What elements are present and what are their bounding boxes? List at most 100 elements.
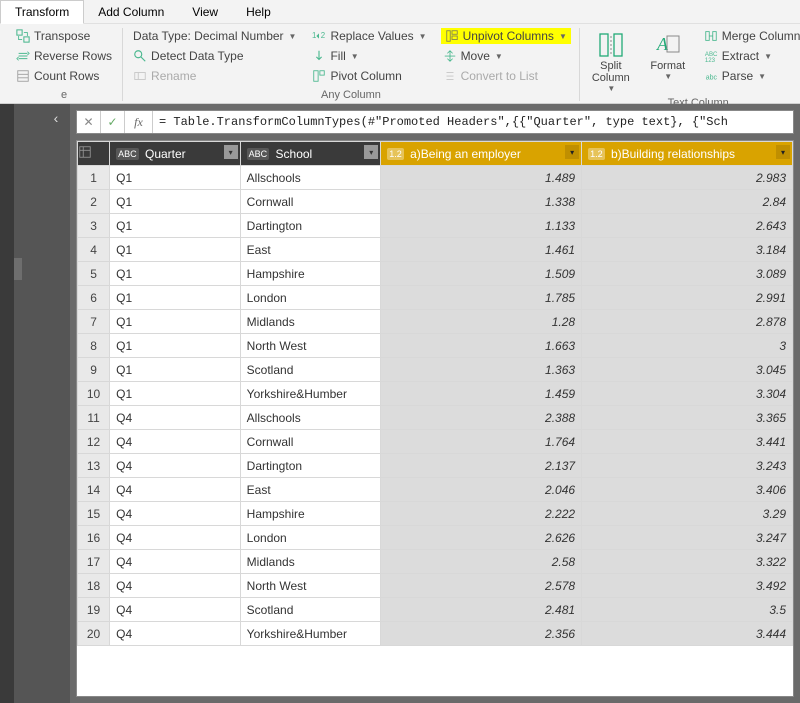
row-number-cell[interactable]: 17 <box>78 550 110 574</box>
data-cell[interactable]: 3.322 <box>582 550 793 574</box>
data-cell[interactable]: 3.29 <box>582 502 793 526</box>
rename-button[interactable]: Rename <box>131 68 298 84</box>
data-cell[interactable]: 1.28 <box>381 310 582 334</box>
row-number-cell[interactable]: 19 <box>78 598 110 622</box>
data-cell[interactable]: Q4 <box>110 478 241 502</box>
row-number-cell[interactable]: 4 <box>78 238 110 262</box>
data-cell[interactable]: 2.137 <box>381 454 582 478</box>
data-cell[interactable]: Q1 <box>110 190 241 214</box>
formula-input[interactable]: = Table.TransformColumnTypes(#"Promoted … <box>153 115 793 129</box>
table-row[interactable]: 1Q1Allschools1.4892.983 <box>78 166 793 190</box>
data-type-dropdown[interactable]: Data Type: Decimal Number ▼ <box>131 28 298 44</box>
data-cell[interactable]: East <box>240 238 381 262</box>
row-number-cell[interactable]: 7 <box>78 310 110 334</box>
row-number-cell[interactable]: 3 <box>78 214 110 238</box>
column-header-building-relationships[interactable]: 1.2 b)Building relationships ▾ <box>582 142 793 166</box>
data-cell[interactable]: Q4 <box>110 622 241 646</box>
row-number-cell[interactable]: 10 <box>78 382 110 406</box>
formula-confirm-button[interactable]: ✓ <box>101 111 125 133</box>
table-row[interactable]: 5Q1Hampshire1.5093.089 <box>78 262 793 286</box>
data-cell[interactable]: 1.461 <box>381 238 582 262</box>
row-number-cell[interactable]: 1 <box>78 166 110 190</box>
data-cell[interactable]: Q1 <box>110 166 241 190</box>
menu-help[interactable]: Help <box>232 1 285 23</box>
data-cell[interactable]: 3.406 <box>582 478 793 502</box>
data-cell[interactable]: 2.388 <box>381 406 582 430</box>
data-cell[interactable]: 1.663 <box>381 334 582 358</box>
data-cell[interactable]: 2.983 <box>582 166 793 190</box>
collapse-pane-button[interactable]: ‹ <box>48 110 64 126</box>
convert-to-list-button[interactable]: Convert to List <box>441 68 571 84</box>
data-cell[interactable]: 2.626 <box>381 526 582 550</box>
row-number-cell[interactable]: 15 <box>78 502 110 526</box>
data-cell[interactable]: Allschools <box>240 166 381 190</box>
data-cell[interactable]: North West <box>240 334 381 358</box>
menu-view[interactable]: View <box>178 1 232 23</box>
formula-cancel-button[interactable]: ✕ <box>77 111 101 133</box>
data-cell[interactable]: East <box>240 478 381 502</box>
data-cell[interactable]: London <box>240 286 381 310</box>
data-cell[interactable]: Cornwall <box>240 190 381 214</box>
table-row[interactable]: 20Q4Yorkshire&Humber2.3563.444 <box>78 622 793 646</box>
merge-columns-button[interactable]: Merge Columns <box>702 28 800 44</box>
replace-values-button[interactable]: 12 Replace Values ▼ <box>310 28 428 44</box>
parse-dropdown[interactable]: abc Parse ▼ <box>702 68 800 84</box>
data-cell[interactable]: Q4 <box>110 598 241 622</box>
filter-button[interactable]: ▾ <box>224 145 238 159</box>
data-cell[interactable]: 1.338 <box>381 190 582 214</box>
data-cell[interactable]: 2.578 <box>381 574 582 598</box>
data-cell[interactable]: Q4 <box>110 454 241 478</box>
data-cell[interactable]: Q4 <box>110 574 241 598</box>
table-row[interactable]: 12Q4Cornwall1.7643.441 <box>78 430 793 454</box>
data-cell[interactable]: 3.492 <box>582 574 793 598</box>
data-cell[interactable]: 3 <box>582 334 793 358</box>
split-column-button[interactable]: Split Column ▼ <box>588 28 634 95</box>
format-button[interactable]: A Format ▼ <box>646 28 690 95</box>
data-cell[interactable]: Yorkshire&Humber <box>240 382 381 406</box>
menu-transform[interactable]: Transform <box>0 0 84 24</box>
row-number-cell[interactable]: 14 <box>78 478 110 502</box>
column-header-school[interactable]: ABC School ▾ <box>240 142 381 166</box>
data-cell[interactable]: Midlands <box>240 310 381 334</box>
data-cell[interactable]: Midlands <box>240 550 381 574</box>
table-row[interactable]: 7Q1Midlands1.282.878 <box>78 310 793 334</box>
data-cell[interactable]: 3.247 <box>582 526 793 550</box>
data-cell[interactable]: Q4 <box>110 550 241 574</box>
row-number-cell[interactable]: 2 <box>78 190 110 214</box>
row-number-cell[interactable]: 8 <box>78 334 110 358</box>
data-cell[interactable]: 2.84 <box>582 190 793 214</box>
data-cell[interactable]: Q1 <box>110 334 241 358</box>
data-cell[interactable]: Q4 <box>110 526 241 550</box>
table-row[interactable]: 11Q4Allschools2.3883.365 <box>78 406 793 430</box>
menu-add-column[interactable]: Add Column <box>84 1 178 23</box>
table-row[interactable]: 6Q1London1.7852.991 <box>78 286 793 310</box>
data-cell[interactable]: 3.045 <box>582 358 793 382</box>
data-cell[interactable]: Hampshire <box>240 502 381 526</box>
data-cell[interactable]: 2.643 <box>582 214 793 238</box>
column-header-quarter[interactable]: ABC Quarter ▾ <box>110 142 241 166</box>
row-number-cell[interactable]: 6 <box>78 286 110 310</box>
filter-button[interactable]: ▾ <box>565 145 579 159</box>
move-dropdown[interactable]: Move ▼ <box>441 48 571 64</box>
table-row[interactable]: 18Q4North West2.5783.492 <box>78 574 793 598</box>
count-rows-button[interactable]: Count Rows <box>14 68 114 84</box>
table-row[interactable]: 4Q1East1.4613.184 <box>78 238 793 262</box>
data-cell[interactable]: 1.363 <box>381 358 582 382</box>
data-cell[interactable]: 1.785 <box>381 286 582 310</box>
data-cell[interactable]: 2.878 <box>582 310 793 334</box>
data-cell[interactable]: Q1 <box>110 382 241 406</box>
table-row[interactable]: 2Q1Cornwall1.3382.84 <box>78 190 793 214</box>
filter-button[interactable]: ▾ <box>364 145 378 159</box>
data-cell[interactable]: Q4 <box>110 502 241 526</box>
data-cell[interactable]: Q1 <box>110 310 241 334</box>
table-row[interactable]: 14Q4East2.0463.406 <box>78 478 793 502</box>
data-cell[interactable]: Q1 <box>110 238 241 262</box>
data-cell[interactable]: 2.222 <box>381 502 582 526</box>
row-number-cell[interactable]: 9 <box>78 358 110 382</box>
data-cell[interactable]: 1.133 <box>381 214 582 238</box>
data-cell[interactable]: Cornwall <box>240 430 381 454</box>
data-cell[interactable]: Q1 <box>110 262 241 286</box>
data-cell[interactable]: 2.58 <box>381 550 582 574</box>
fill-dropdown[interactable]: Fill ▼ <box>310 48 428 64</box>
data-cell[interactable]: 1.509 <box>381 262 582 286</box>
